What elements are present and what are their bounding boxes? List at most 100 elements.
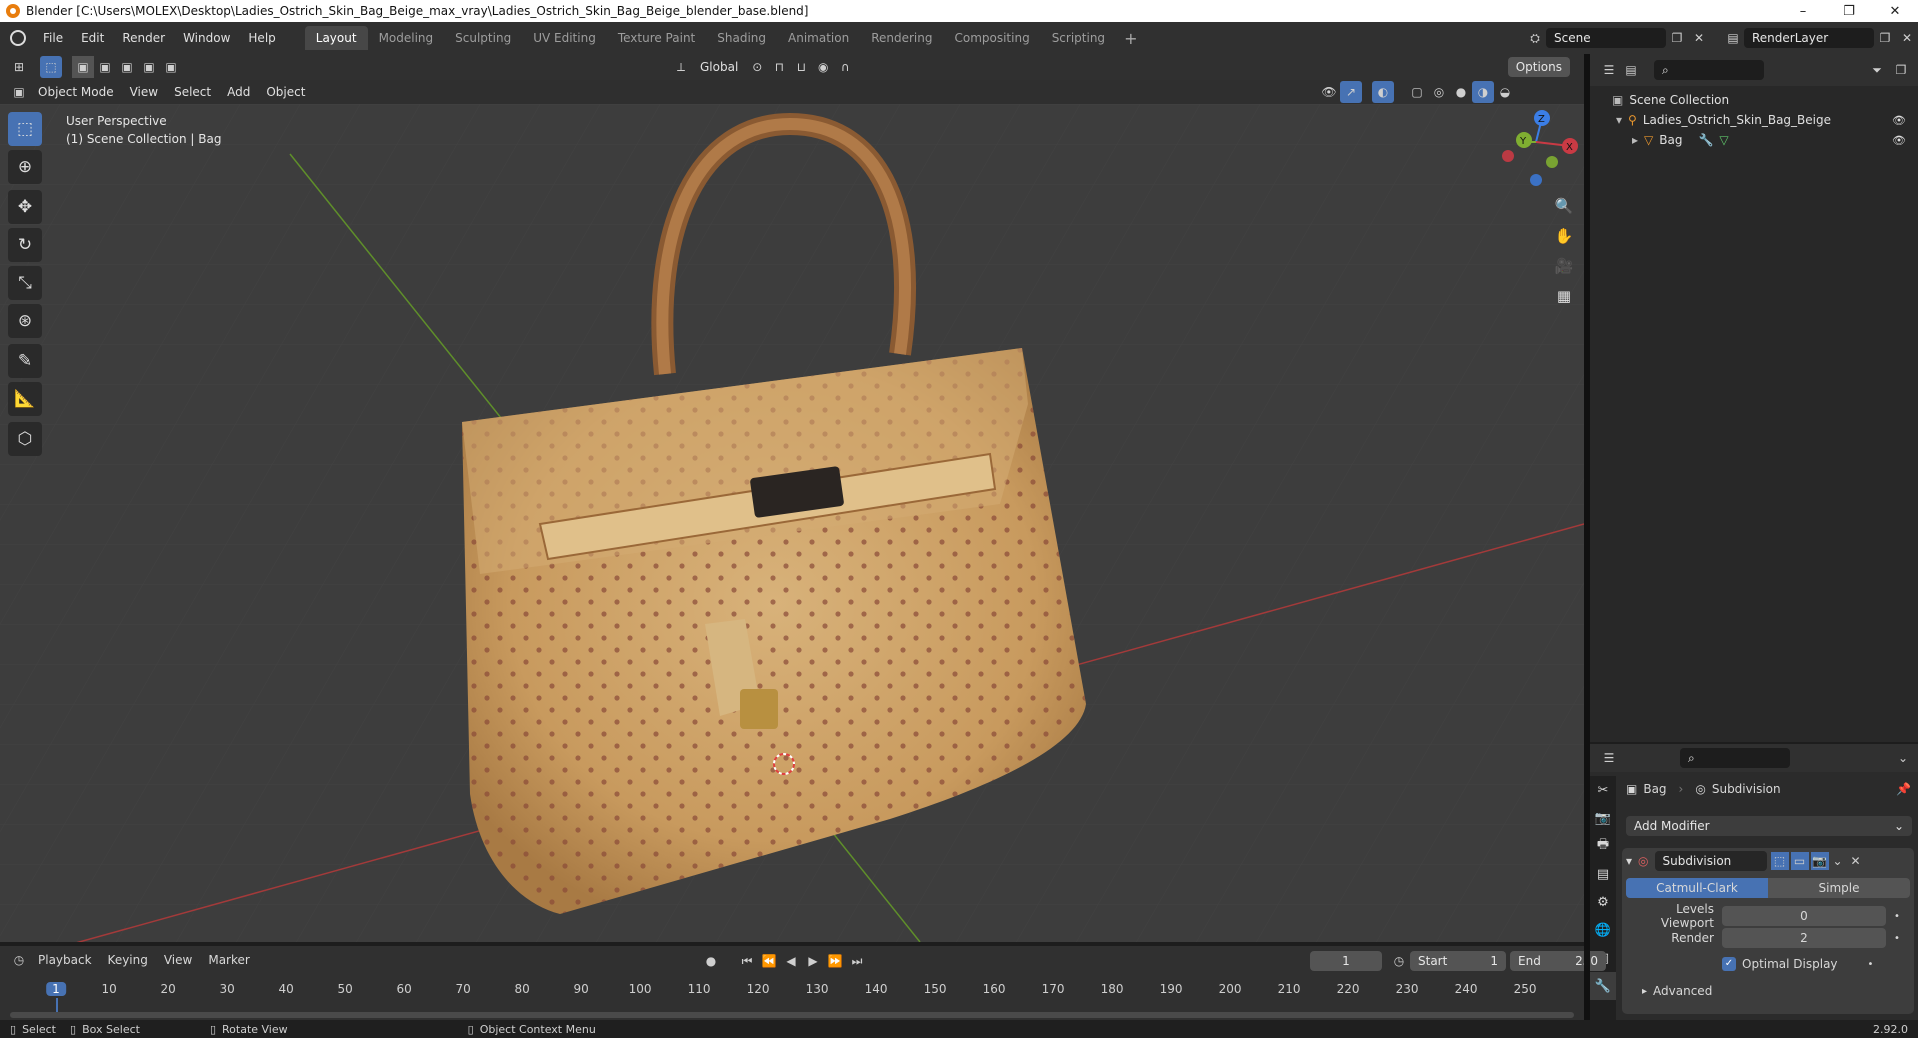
modifier-tab-icon[interactable]: 🔧 <box>1590 972 1616 1000</box>
wireframe-shading-icon[interactable]: ◎ <box>1428 81 1450 103</box>
modifier-menu-icon[interactable]: ⌄ <box>1829 850 1847 872</box>
orientation-dropdown[interactable]: Global <box>692 60 746 74</box>
restore-button[interactable]: ❐ <box>1826 0 1872 22</box>
viewport-toggle-icon[interactable]: ▭ <box>1790 852 1809 870</box>
tool-tab-icon[interactable]: ✂ <box>1590 776 1616 804</box>
menu-add[interactable]: Add <box>219 85 258 99</box>
mode-subtract-icon[interactable]: ▣ <box>116 56 138 78</box>
render-keyframe-dot-icon[interactable]: • <box>1894 933 1900 944</box>
gizmo-toggle-icon[interactable]: ↗ <box>1340 81 1362 103</box>
mode-invert-icon[interactable]: ▣ <box>138 56 160 78</box>
proportional-icon[interactable]: ◉ <box>812 56 834 78</box>
menu-render[interactable]: Render <box>113 22 174 54</box>
snap-icon[interactable]: ⊓ <box>768 56 790 78</box>
simple-button[interactable]: Simple <box>1768 878 1910 898</box>
camera-view-icon[interactable]: 🎥 <box>1550 252 1578 280</box>
tab-layout[interactable]: Layout <box>304 26 368 50</box>
material-shading-icon[interactable]: ◑ <box>1472 81 1494 103</box>
timeline-scrollbar[interactable] <box>10 1012 1574 1018</box>
advanced-subpanel[interactable]: ▸ Advanced <box>1622 982 1914 1000</box>
outliner-row-scene-collection[interactable]: ▣ Scene Collection <box>1590 90 1918 110</box>
modifier-name-field[interactable]: Subdivision <box>1654 851 1767 871</box>
optimal-keyframe-dot-icon[interactable]: • <box>1868 959 1874 970</box>
mode-new-icon[interactable]: ▣ <box>72 56 94 78</box>
visibility-icon[interactable]: 👁 <box>1318 81 1340 103</box>
perspective-toggle-icon[interactable]: ▦ <box>1550 282 1578 310</box>
outliner-row-bag[interactable]: ▸ ▽ Bag 🔧 ▽ 👁 <box>1590 130 1918 150</box>
snap-target-icon[interactable]: ⊔ <box>790 56 812 78</box>
rendered-shading-icon[interactable]: ◒ <box>1494 81 1516 103</box>
annotate-tool-icon[interactable]: ✎ <box>8 344 42 378</box>
menu-view[interactable]: View <box>122 85 166 99</box>
close-button[interactable]: ✕ <box>1872 0 1918 22</box>
tab-shading[interactable]: Shading <box>706 26 777 50</box>
properties-editor-icon[interactable]: ☰ <box>1598 747 1620 769</box>
add-workspace-icon[interactable]: + <box>1116 29 1145 48</box>
menu-object[interactable]: Object <box>258 85 313 99</box>
outliner-search-input[interactable]: ⌕ <box>1654 60 1764 80</box>
tab-scripting[interactable]: Scripting <box>1041 26 1116 50</box>
modifier-wrench-icon[interactable]: 🔧 <box>1698 133 1713 147</box>
render-toggle-icon[interactable]: 📷 <box>1810 852 1829 870</box>
select-box-tool-icon[interactable]: ⬚ <box>8 112 42 146</box>
bag-visibility-eye-icon[interactable]: 👁 <box>1892 134 1906 147</box>
properties-search-input[interactable]: ⌕ <box>1680 748 1790 768</box>
editor-type-icon[interactable]: ⊞ <box>8 56 30 78</box>
pin-icon[interactable]: 📌 <box>1896 782 1911 796</box>
scene-name-field[interactable]: Scene <box>1546 28 1666 48</box>
menu-window[interactable]: Window <box>174 22 239 54</box>
menu-select[interactable]: Select <box>166 85 219 99</box>
add-modifier-button[interactable]: Add Modifier ⌄ <box>1626 816 1912 836</box>
outliner-row-bag-collection[interactable]: ▾ ⚲ Ladies_Ostrich_Skin_Bag_Beige 👁 <box>1590 110 1918 130</box>
view-layer-field[interactable]: RenderLayer <box>1744 28 1874 48</box>
frame-ruler[interactable]: 1 10 20 30 40 50 60 70 80 90 100 110 120 130 140 150 160… <box>0 946 1584 1020</box>
collapse-arrow-icon[interactable]: ▸ <box>1632 133 1638 147</box>
pan-hand-icon[interactable]: ✋ <box>1550 222 1578 250</box>
collapse-modifier-icon[interactable]: ▾ <box>1626 854 1632 868</box>
menu-edit[interactable]: Edit <box>72 22 113 54</box>
falloff-icon[interactable]: ∩ <box>834 56 856 78</box>
mode-dropdown[interactable]: Object Mode <box>30 85 122 99</box>
delete-view-layer-icon[interactable]: ✕ <box>1896 27 1918 49</box>
optimal-display-checkbox[interactable]: ✓ <box>1722 957 1736 971</box>
move-tool-icon[interactable]: ✥ <box>8 190 42 224</box>
expand-arrow-icon[interactable]: ▾ <box>1616 113 1622 127</box>
solid-shading-icon[interactable]: ● <box>1450 81 1472 103</box>
new-collection-icon[interactable]: ❐ <box>1890 59 1912 81</box>
render-levels-field[interactable]: 2 <box>1722 928 1886 948</box>
measure-tool-icon[interactable]: 📐 <box>8 382 42 416</box>
zoom-icon[interactable]: 🔍 <box>1550 192 1578 220</box>
scene-tab-icon[interactable]: ⚙ <box>1590 888 1616 916</box>
menu-file[interactable]: File <box>34 22 72 54</box>
render-tab-icon[interactable]: 📷 <box>1590 804 1616 832</box>
delete-scene-icon[interactable]: ✕ <box>1688 27 1710 49</box>
catmull-clark-button[interactable]: Catmull-Clark <box>1626 878 1768 898</box>
blender-menu-icon[interactable] <box>10 30 26 46</box>
tab-sculpting[interactable]: Sculpting <box>444 26 522 50</box>
area-divider[interactable] <box>1584 54 1590 1020</box>
select-tool-icon[interactable]: ⬚ <box>40 56 62 78</box>
tab-modeling[interactable]: Modeling <box>368 26 445 50</box>
rotate-tool-icon[interactable]: ↻ <box>8 228 42 262</box>
transform-tool-icon[interactable]: ⊛ <box>8 304 42 338</box>
mode-extend-icon[interactable]: ▣ <box>94 56 116 78</box>
cursor-tool-icon[interactable]: ⊕ <box>8 150 42 184</box>
outliner-editor-icon[interactable]: ☰ <box>1598 59 1620 81</box>
view-layer-icon[interactable]: ▤ <box>1722 27 1744 49</box>
options-dropdown[interactable]: Options <box>1507 57 1570 77</box>
new-scene-icon[interactable]: ❐ <box>1666 27 1688 49</box>
properties-options-icon[interactable]: ⌄ <box>1892 747 1914 769</box>
3d-viewport[interactable]: Z Y X User Perspective (1) Scene Collect… <box>0 104 1584 942</box>
edit-mode-toggle-icon[interactable]: ⬚ <box>1770 852 1789 870</box>
menu-help[interactable]: Help <box>239 22 284 54</box>
tab-uv-editing[interactable]: UV Editing <box>522 26 607 50</box>
tab-compositing[interactable]: Compositing <box>943 26 1040 50</box>
xray-icon[interactable]: ▢ <box>1406 81 1428 103</box>
mode-intersect-icon[interactable]: ▣ <box>160 56 182 78</box>
scale-tool-icon[interactable]: ⤡ <box>8 266 42 300</box>
minimize-button[interactable]: – <box>1780 0 1826 22</box>
scene-icon[interactable]: ⛭ <box>1524 27 1546 49</box>
new-view-layer-icon[interactable]: ❐ <box>1874 27 1896 49</box>
keyframe-dot-icon[interactable]: • <box>1894 911 1900 922</box>
tab-animation[interactable]: Animation <box>777 26 860 50</box>
